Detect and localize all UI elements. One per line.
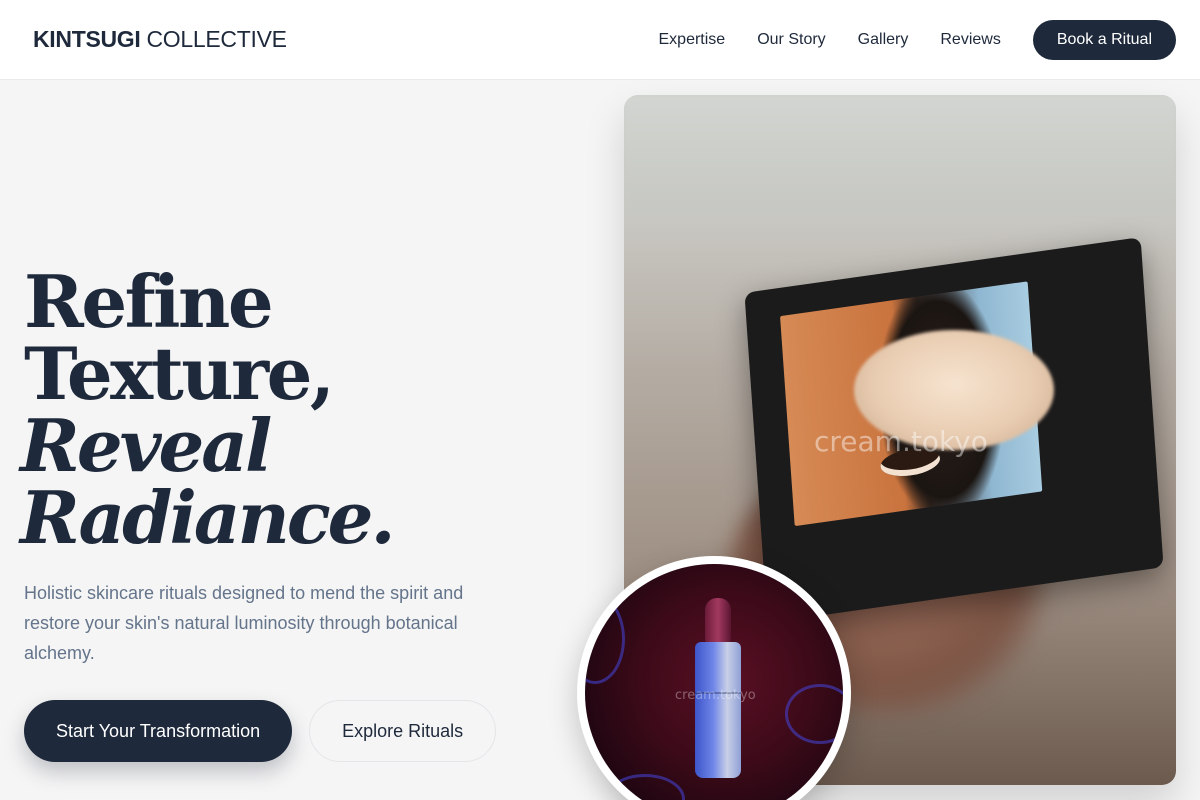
photo-background (624, 95, 1176, 215)
hero-title-line2: Reveal Radiance. (20, 403, 396, 560)
logo-wordmark-light: COLLECTIVE (146, 26, 287, 52)
hero-title: Refine Texture, Reveal Radiance. (20, 259, 584, 554)
nav-link-reviews[interactable]: Reviews (940, 31, 1000, 49)
hero-actions: Start Your Transformation Explore Ritual… (24, 700, 584, 762)
splash-shape (605, 774, 685, 800)
hero-subtitle: Holistic skincare rituals designed to me… (24, 583, 464, 663)
inset-watermark: cream.tokyo (675, 688, 756, 703)
nav-link-our-story[interactable]: Our Story (757, 31, 825, 49)
nav-link-gallery[interactable]: Gallery (858, 31, 909, 49)
lipstick-tube (695, 642, 741, 778)
photo-watermark: cream.tokyo (814, 425, 988, 458)
logo-wordmark-strong: KINTSUGI (33, 26, 141, 52)
nav-link-expertise[interactable]: Expertise (659, 31, 726, 49)
brand-logo[interactable]: KINTSUGI COLLECTIVE (33, 26, 287, 53)
lipstick-bullet (705, 598, 731, 642)
hero-title-line1: Refine Texture, (24, 259, 335, 416)
explore-rituals-button[interactable]: Explore Rituals (309, 700, 497, 762)
site-header: KINTSUGI COLLECTIVE Expertise Our Story G… (0, 0, 1200, 80)
start-transformation-button[interactable]: Start Your Transformation (24, 700, 293, 762)
splash-shape (585, 594, 625, 684)
lipstick-photo: cream.tokyo (585, 564, 843, 800)
book-ritual-button[interactable]: Book a Ritual (1032, 19, 1176, 60)
splash-shape (785, 684, 843, 744)
hero-section: Refine Texture, Reveal Radiance. Holisti… (20, 259, 584, 762)
main-nav: Expertise Our Story Gallery Reviews Book… (659, 19, 1176, 60)
